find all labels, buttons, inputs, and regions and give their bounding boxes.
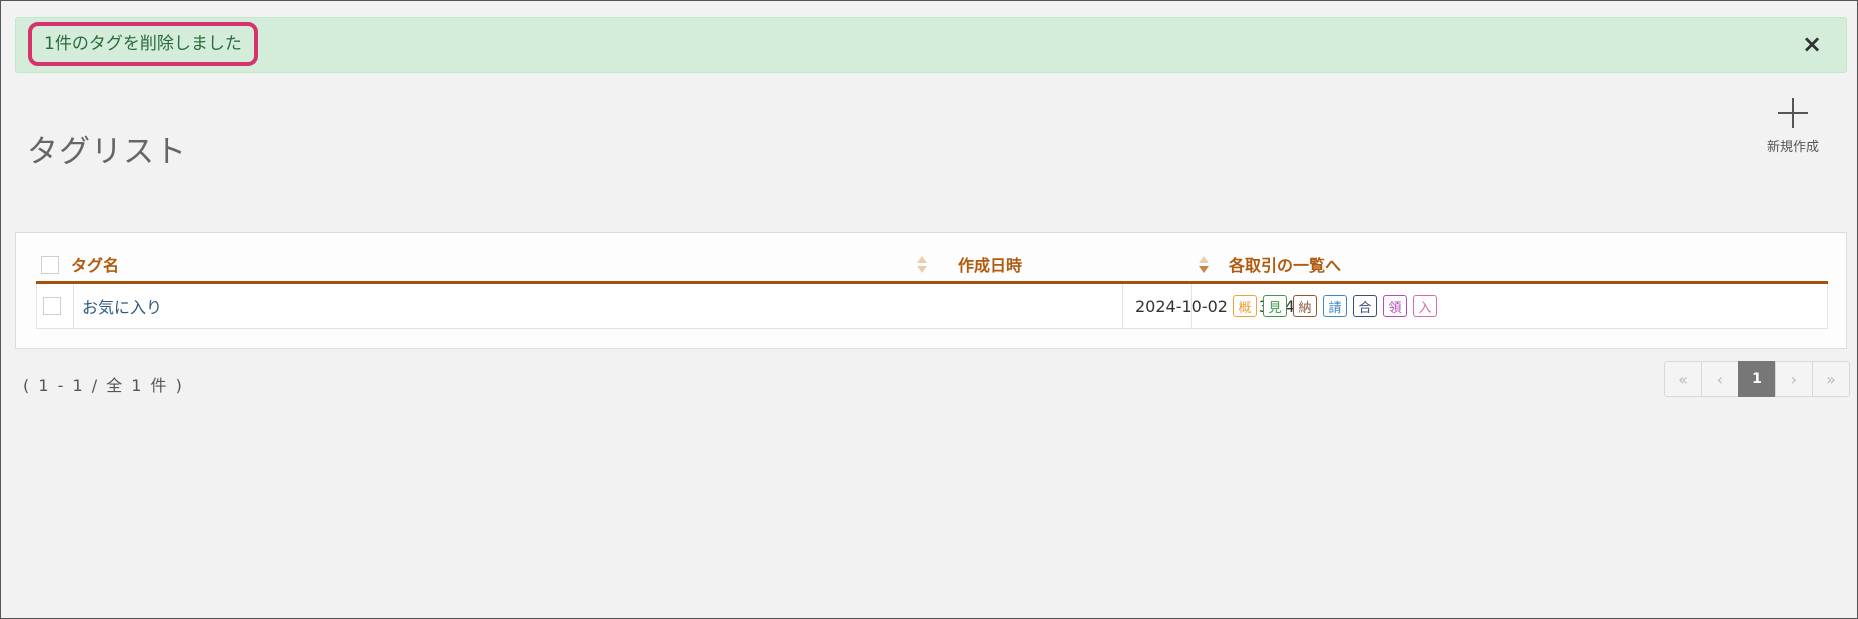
transaction-badge[interactable]: 領 <box>1383 295 1407 317</box>
current-page-button[interactable]: 1 <box>1738 361 1776 397</box>
row-checkbox[interactable] <box>43 297 61 315</box>
transaction-badge[interactable]: 概 <box>1233 295 1257 317</box>
tag-table-panel: タグ名 作成日時 各取引の一覧へ お気に入り 2024-10-02 13:37:… <box>15 232 1847 349</box>
transaction-badge[interactable]: 見 <box>1263 295 1287 317</box>
tag-name-link[interactable]: お気に入り <box>82 294 162 318</box>
record-count: ( 1 - 1 / 全 1 件 ) <box>23 376 184 395</box>
transaction-links: 概見納請合領入 <box>1233 295 1437 317</box>
prev-page-button[interactable]: ‹ <box>1701 361 1739 397</box>
new-create-button[interactable]: 新規作成 <box>1755 97 1831 161</box>
table-row: お気に入り 2024-10-02 13:37:41 概見納請合領入 <box>36 284 1828 329</box>
pagination: « ‹ 1 › » <box>1664 361 1850 397</box>
column-header-tag-name[interactable]: タグ名 <box>71 247 119 281</box>
sort-icon-created[interactable] <box>1198 255 1210 277</box>
column-header-transactions: 各取引の一覧へ <box>1229 256 1342 275</box>
transaction-badge[interactable]: 請 <box>1323 295 1347 317</box>
plus-icon <box>1777 97 1809 129</box>
next-page-button[interactable]: › <box>1775 361 1813 397</box>
page-title: タグリスト <box>27 133 187 170</box>
column-header-created[interactable]: 作成日時 <box>958 247 1022 281</box>
transaction-badge[interactable]: 合 <box>1353 295 1377 317</box>
success-alert: 1件のタグを削除しました × <box>15 17 1847 73</box>
table-header: タグ名 作成日時 各取引の一覧へ <box>36 247 1828 284</box>
alert-message: 1件のタグを削除しました <box>28 22 258 66</box>
sort-icon-tag-name[interactable] <box>916 255 928 277</box>
new-create-label: 新規作成 <box>1766 140 1819 155</box>
first-page-button[interactable]: « <box>1664 361 1702 397</box>
select-all-checkbox[interactable] <box>41 256 59 274</box>
last-page-button[interactable]: » <box>1812 361 1850 397</box>
close-icon[interactable]: × <box>1800 30 1824 58</box>
transaction-badge[interactable]: 入 <box>1413 295 1437 317</box>
transaction-badge[interactable]: 納 <box>1293 295 1317 317</box>
